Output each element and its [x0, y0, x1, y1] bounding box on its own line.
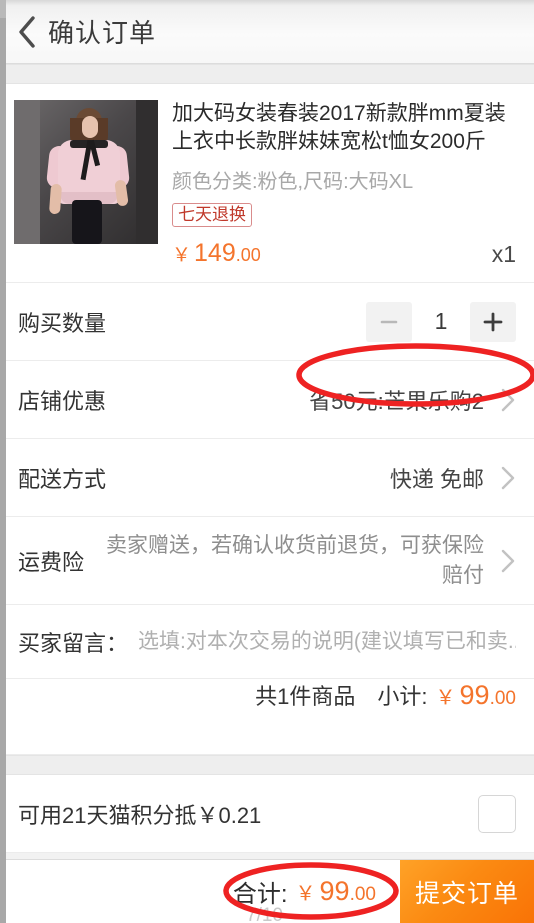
price-integer: 99 — [459, 680, 490, 710]
section-gap-bottom — [0, 755, 534, 775]
product-quantity-badge: x1 — [491, 241, 516, 267]
quantity-row: 购买数量 1 — [0, 283, 534, 361]
badge-container: 七天退换 — [172, 203, 516, 227]
tmall-points-label: 可用21天猫积分抵￥0.21 — [18, 802, 262, 828]
total-price: ￥ 99.00 — [296, 876, 376, 907]
buyer-memo-label: 买家留言： — [18, 630, 129, 656]
quantity-value[interactable]: 1 — [412, 308, 470, 335]
delivery-method-value: 快递 免邮 — [389, 466, 484, 492]
quantity-stepper: 1 — [106, 301, 516, 342]
currency-symbol: ￥ — [172, 245, 192, 266]
shop-discount-label: 店铺优惠 — [18, 388, 107, 414]
tmall-points-row[interactable]: 可用21天猫积分抵￥0.21 — [0, 775, 534, 853]
buyer-memo-input[interactable] — [138, 629, 516, 654]
shop-discount-value: 省50元:芒果乐购2 — [309, 388, 484, 414]
order-confirm-screen: 确认订单 加大码女装春装2017新款胖mm夏装上衣中长款胖妹妹宽松t恤女200斤… — [0, 0, 534, 923]
shipping-insurance-chevron — [490, 548, 516, 574]
shop-discount-chevron — [490, 387, 516, 413]
subtotal-price: ￥ 99.00 — [436, 680, 516, 711]
shipping-insurance-row[interactable]: 运费险 卖家赠送，若确认收货前退货，可获保险赔付 — [0, 517, 534, 605]
shop-discount-row[interactable]: 店铺优惠 省50元:芒果乐购2 — [0, 361, 534, 439]
subtotal-item-count: 共1件商品 — [255, 684, 356, 709]
chevron-left-icon — [19, 15, 35, 48]
minus-icon — [380, 320, 398, 323]
product-price-row: ￥ 149.00 x1 — [172, 239, 516, 268]
currency-symbol: ￥ — [435, 687, 456, 709]
quantity-decrease-button[interactable] — [366, 301, 412, 342]
shipping-insurance-value: 卖家赠送，若确认收货前退货，可获保险赔付 — [106, 533, 484, 587]
quantity-increase-button[interactable] — [470, 301, 516, 342]
page-header: 确认订单 — [0, 0, 534, 64]
shipping-insurance-label: 运费险 — [18, 549, 85, 575]
price-integer: 99 — [319, 876, 350, 906]
chevron-right-icon — [501, 466, 515, 489]
currency-symbol: ￥ — [295, 883, 316, 905]
order-card: 加大码女装春装2017新款胖mm夏装上衣中长款胖妹妹宽松t恤女200斤 颜色分类… — [0, 84, 534, 755]
bottom-action-bar: 合计: ￥ 99.00 7/10 提交订单 — [0, 859, 534, 923]
chevron-right-icon — [501, 388, 515, 411]
tmall-points-checkbox[interactable] — [478, 794, 516, 833]
price-integer: 149 — [194, 239, 236, 267]
price-decimal: .00 — [349, 884, 376, 905]
submit-order-button[interactable]: 提交订单 — [400, 860, 534, 923]
quantity-label: 购买数量 — [18, 310, 107, 336]
subtotal-label: 小计: — [377, 684, 428, 709]
page-title: 确认订单 — [48, 18, 157, 48]
product-price: ￥ 149.00 — [172, 239, 261, 268]
delivery-method-chevron — [490, 465, 516, 491]
delivery-method-label: 配送方式 — [18, 466, 107, 492]
screenshot-edge-artifact-lower — [0, 18, 6, 923]
plus-icon — [483, 312, 503, 331]
return-policy-badge: 七天退换 — [172, 203, 252, 227]
points-card: 可用21天猫积分抵￥0.21 — [0, 775, 534, 853]
delivery-method-row[interactable]: 配送方式 快递 免邮 — [0, 439, 534, 517]
chevron-right-icon — [501, 549, 515, 572]
total-label: 合计: — [232, 881, 288, 908]
price-decimal: .00 — [489, 688, 516, 709]
product-info: 加大码女装春装2017新款胖mm夏装上衣中长款胖妹妹宽松t恤女200斤 颜色分类… — [158, 100, 516, 268]
section-gap-top — [0, 64, 534, 84]
total-area: 合计: ￥ 99.00 7/10 — [0, 860, 400, 923]
subtotal-row: 共1件商品 小计: ￥ 99.00 — [0, 679, 534, 755]
back-button[interactable] — [12, 12, 42, 52]
product-thumbnail[interactable] — [14, 100, 158, 244]
buyer-memo-row[interactable]: 买家留言： — [0, 605, 534, 679]
product-spec: 颜色分类:粉色,尺码:大码XL — [172, 171, 414, 193]
page-watermark: 7/10 — [246, 905, 283, 923]
product-item[interactable]: 加大码女装春装2017新款胖mm夏装上衣中长款胖妹妹宽松t恤女200斤 颜色分类… — [0, 84, 534, 283]
price-decimal: .00 — [235, 245, 261, 265]
product-title: 加大码女装春装2017新款胖mm夏装上衣中长款胖妹妹宽松t恤女200斤 — [172, 102, 506, 153]
